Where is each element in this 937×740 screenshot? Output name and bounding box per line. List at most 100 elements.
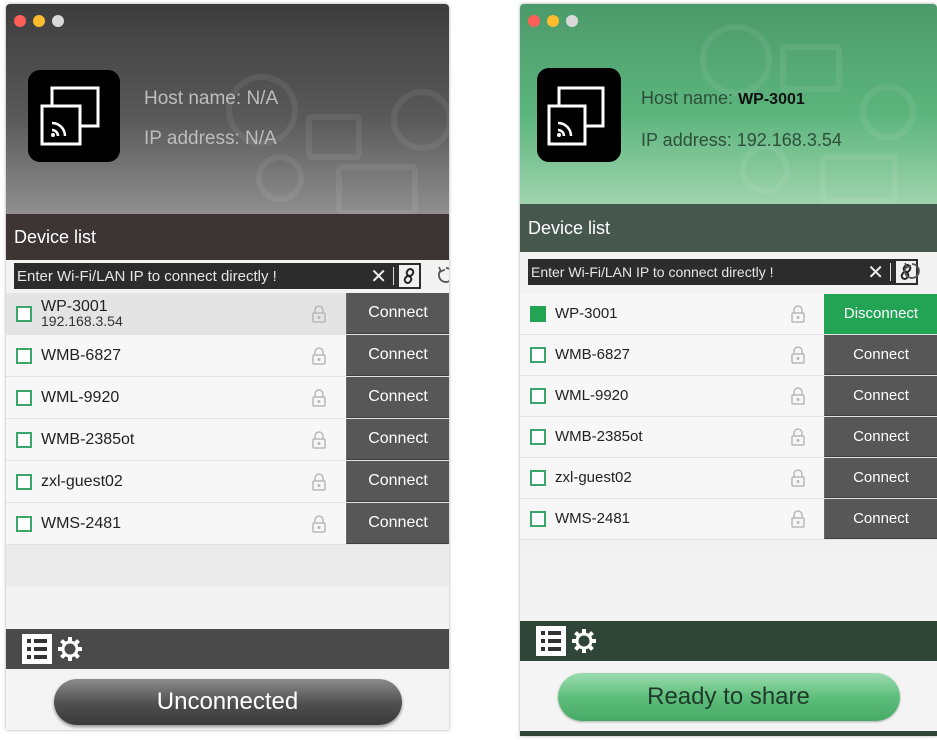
link-icon[interactable]: [399, 265, 419, 287]
direct-ip-input[interactable]: [17, 267, 368, 285]
device-list: WP-3001 Disconnect WMB-6827 Connect WML-…: [520, 294, 937, 554]
screen-cast-icon: [537, 68, 621, 162]
direct-ip-bar: ✕: [14, 263, 421, 289]
lock-icon: [790, 428, 806, 446]
lock-icon: [790, 346, 806, 364]
device-name: WMS-2481: [41, 514, 122, 532]
lock-icon: [311, 346, 327, 365]
lock-icon: [790, 305, 806, 323]
connect-button[interactable]: Connect: [346, 293, 449, 334]
device-row: WMS-2481 Connect: [6, 503, 449, 545]
ip-address-value: N/A: [245, 128, 277, 149]
connect-button[interactable]: Connect: [346, 377, 449, 418]
host-name-label: Host name:: [641, 88, 734, 108]
connect-button[interactable]: Connect: [346, 461, 449, 502]
host-name-value: WP-3001: [738, 91, 805, 108]
device-name: zxl-guest02: [41, 472, 123, 490]
device-name: WMB-6827: [555, 346, 631, 363]
connect-button[interactable]: Connect: [346, 335, 449, 376]
close-window-button[interactable]: [14, 15, 26, 27]
device-checkbox[interactable]: [16, 305, 32, 322]
lock-icon: [790, 469, 806, 487]
lock-icon: [311, 388, 327, 407]
device-row: WP-3001 192.168.3.54 Connect: [6, 293, 449, 335]
device-row: WMB-6827 Connect: [6, 335, 449, 377]
device-checkbox[interactable]: [530, 511, 546, 527]
disconnect-button[interactable]: Disconnect: [824, 294, 937, 334]
device-checkbox[interactable]: [530, 429, 546, 445]
device-row: WMB-6827 Connect: [520, 335, 937, 376]
zoom-window-button[interactable]: [52, 15, 64, 27]
lock-icon: [790, 387, 806, 405]
minimize-window-button[interactable]: [33, 15, 45, 27]
ip-address-value: 192.168.3.54: [736, 130, 842, 150]
device-list: WP-3001 192.168.3.54 Connect WMB-6827 Con…: [6, 293, 449, 586]
device-checkbox[interactable]: [530, 347, 546, 363]
connect-button[interactable]: Connect: [824, 458, 937, 498]
device-checkbox[interactable]: [16, 347, 32, 364]
connect-button[interactable]: Connect: [824, 499, 937, 539]
device-row: WMB-2385ot Connect: [6, 419, 449, 461]
device-checkbox[interactable]: [16, 389, 32, 406]
lock-icon: [311, 514, 327, 533]
direct-ip-input[interactable]: [531, 264, 865, 280]
device-checkbox[interactable]: [16, 431, 32, 448]
device-name: WMB-6827: [41, 346, 122, 364]
lock-icon: [311, 430, 327, 449]
bottom-toolbar: [520, 621, 937, 661]
close-icon[interactable]: ✕: [864, 260, 887, 285]
device-checkbox[interactable]: [530, 470, 546, 486]
status-button[interactable]: Unconnected: [53, 679, 402, 725]
ip-address-label: IP address:: [641, 130, 732, 150]
device-name: WP-3001: [41, 297, 108, 315]
screen-cast-icon: [28, 70, 120, 162]
gear-icon[interactable]: [570, 627, 598, 655]
minimize-window-button[interactable]: [547, 15, 559, 27]
app-window-connected: Host name: WP-3001 IP address: 192.168.3…: [520, 4, 937, 736]
device-name: WML-9920: [41, 388, 120, 406]
lock-icon: [311, 472, 327, 491]
device-checkbox[interactable]: [530, 388, 546, 404]
bottom-toolbar: [6, 629, 449, 669]
status-footer: Ready to share: [520, 661, 937, 736]
refresh-icon[interactable]: [901, 260, 923, 282]
device-row: zxl-guest02 Connect: [520, 458, 937, 499]
refresh-icon[interactable]: [435, 264, 449, 286]
host-info: Host name: N/A IP address: N/A: [144, 79, 278, 159]
list-icon[interactable]: [536, 626, 566, 656]
window-header: Host name: WP-3001 IP address: 192.168.3…: [520, 4, 937, 204]
direct-ip-bar: ✕: [528, 259, 918, 285]
gear-icon[interactable]: [56, 635, 84, 663]
separator: [890, 263, 891, 281]
lock-icon: [790, 510, 806, 528]
host-name-label: Host name:: [144, 88, 242, 109]
zoom-window-button[interactable]: [566, 15, 578, 27]
status-button[interactable]: Ready to share: [557, 673, 900, 721]
device-checkbox[interactable]: [530, 306, 546, 322]
device-checkbox[interactable]: [16, 473, 32, 490]
app-window-unconnected: Host name: N/A IP address: N/A Device li…: [6, 4, 449, 730]
connect-button[interactable]: Connect: [824, 335, 937, 375]
device-row: WMS-2481 Connect: [520, 499, 937, 540]
connect-button[interactable]: Connect: [824, 417, 937, 457]
host-info: Host name: WP-3001 IP address: 192.168.3…: [641, 78, 842, 160]
device-checkbox[interactable]: [16, 515, 32, 532]
connect-button[interactable]: Connect: [346, 503, 449, 544]
connect-button[interactable]: Connect: [824, 376, 937, 416]
list-icon[interactable]: [22, 634, 52, 664]
separator: [393, 267, 394, 285]
device-row: WMB-2385ot Connect: [520, 417, 937, 458]
window-controls: [528, 15, 578, 27]
device-name: WML-9920: [555, 387, 629, 404]
close-icon[interactable]: ✕: [367, 264, 390, 289]
close-window-button[interactable]: [528, 15, 540, 27]
host-name-value: N/A: [246, 88, 279, 109]
window-header: Host name: N/A IP address: N/A: [6, 4, 449, 214]
device-name: WP-3001: [555, 305, 618, 322]
device-name: WMS-2481: [555, 510, 631, 527]
connect-button[interactable]: Connect: [346, 419, 449, 460]
device-list-title: Device list: [520, 204, 937, 252]
device-row: WML-9920 Connect: [6, 377, 449, 419]
device-row: WP-3001 Disconnect: [520, 294, 937, 335]
footer-strip: [520, 731, 937, 736]
